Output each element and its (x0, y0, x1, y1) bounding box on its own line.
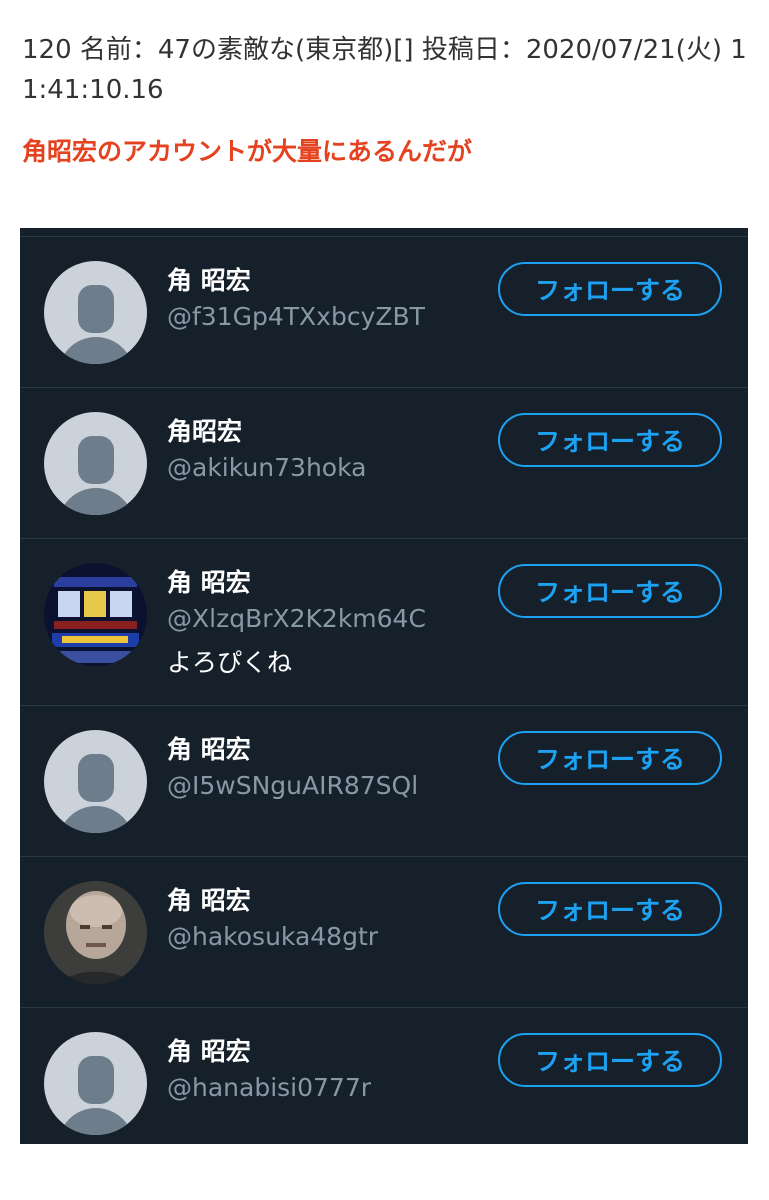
avatar[interactable] (44, 563, 147, 666)
account-handle[interactable]: @f31Gp4TXxbcyZBT (167, 300, 425, 334)
default-profile-icon (78, 285, 114, 333)
list-item[interactable]: 角 昭宏 @XlzqBrX2K2km64C よろぴくね フォローする (20, 539, 748, 706)
list-item[interactable]: 角 昭宏 @hanabisi0777r フォローする (20, 1008, 748, 1144)
follow-button[interactable]: フォローする (498, 564, 722, 618)
list-item[interactable]: 角 昭宏 @I5wSNguAIR87SQl フォローする (20, 706, 748, 857)
account-handle[interactable]: @I5wSNguAIR87SQl (167, 769, 418, 803)
list-item[interactable]: 角昭宏 @akikun73hoka フォローする (20, 388, 748, 539)
account-name[interactable]: 角昭宏 (167, 415, 242, 449)
account-name[interactable]: 角 昭宏 (167, 1035, 251, 1069)
account-handle[interactable]: @akikun73hoka (167, 451, 366, 485)
face-photo-icon (44, 881, 147, 984)
account-bio: よろぴくね (167, 648, 293, 677)
slot-machine-photo-icon (44, 563, 147, 666)
account-handle[interactable]: @hanabisi0777r (167, 1071, 371, 1105)
avatar[interactable] (44, 730, 147, 833)
account-handle[interactable]: @XlzqBrX2K2km64C (167, 602, 426, 636)
follow-button[interactable]: フォローする (498, 262, 722, 316)
post-header: 120 名前：47の素敵な(東京都)[] 投稿日：2020/07/21(火) 1… (22, 35, 747, 105)
follow-button[interactable]: フォローする (498, 882, 722, 936)
default-profile-icon (78, 1056, 114, 1104)
avatar[interactable] (44, 881, 147, 984)
account-name[interactable]: 角 昭宏 (167, 264, 251, 298)
list-item[interactable]: 角 昭宏 @hakosuka48gtr フォローする (20, 857, 748, 1008)
default-profile-icon (78, 436, 114, 484)
account-name[interactable]: 角 昭宏 (167, 566, 251, 600)
default-profile-icon (78, 754, 114, 802)
avatar[interactable] (44, 1032, 147, 1135)
follow-button[interactable]: フォローする (498, 1033, 722, 1087)
follow-button[interactable]: フォローする (498, 413, 722, 467)
list-item[interactable]: 角 昭宏 @f31Gp4TXxbcyZBT フォローする (20, 237, 748, 388)
account-list: 角 昭宏 @f31Gp4TXxbcyZBT フォローする 角昭宏 @akikun… (20, 228, 748, 1144)
follow-button[interactable]: フォローする (498, 731, 722, 785)
account-name[interactable]: 角 昭宏 (167, 884, 251, 918)
post-body: 角昭宏のアカウントが大量にあるんだが (22, 137, 473, 166)
account-handle[interactable]: @hakosuka48gtr (167, 920, 378, 954)
account-name[interactable]: 角 昭宏 (167, 733, 251, 767)
avatar[interactable] (44, 412, 147, 515)
avatar[interactable] (44, 261, 147, 364)
